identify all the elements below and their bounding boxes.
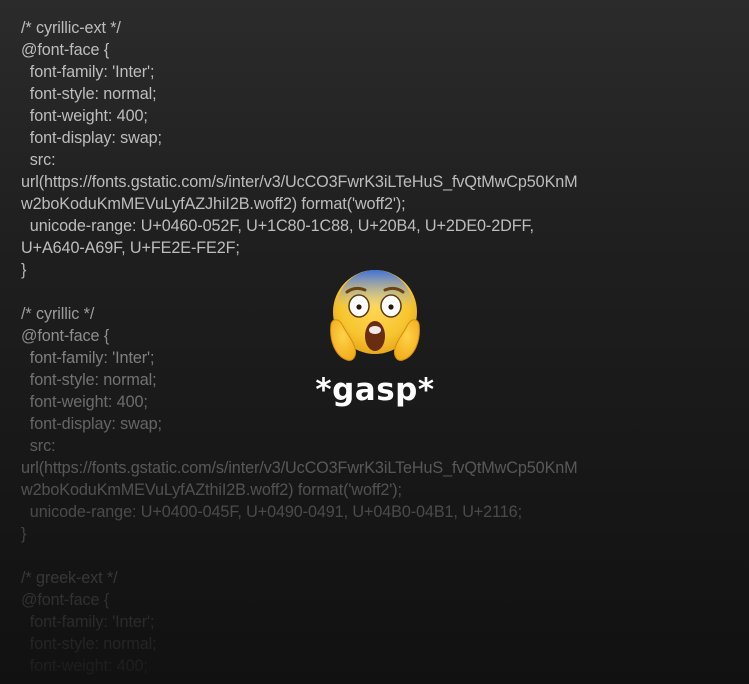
gasp-caption: *gasp* xyxy=(315,372,435,408)
code-line: } xyxy=(21,525,27,543)
code-line: font-family: 'Inter'; xyxy=(21,349,155,367)
code-line: unicode-range: U+0400-045F, U+0490-0491,… xyxy=(21,503,522,521)
face-screaming-in-fear-icon xyxy=(330,270,420,361)
code-line: font-weight: 400; xyxy=(21,393,148,411)
code-line: src: xyxy=(21,151,56,169)
code-line: /* cyrillic-ext */ xyxy=(21,19,121,37)
code-line: font-weight: 400; xyxy=(21,107,148,125)
code-line: font-family: 'Inter'; xyxy=(21,63,155,81)
code-line: /* greek-ext */ xyxy=(21,569,118,587)
code-line: @font-face { xyxy=(21,327,110,345)
code-line: font-display: swap; xyxy=(21,415,162,433)
code-line: @font-face { xyxy=(21,41,110,59)
code-line: font-display: swap; xyxy=(21,129,162,147)
code-line: w2boKoduKmMEVuLyfAZJhiI2B.woff2) format(… xyxy=(21,195,406,213)
code-line: /* cyrillic */ xyxy=(21,305,95,323)
code-line: w2boKoduKmMEVuLyfAZthiI2B.woff2) format(… xyxy=(21,481,402,499)
code-line: font-style: normal; xyxy=(21,371,157,389)
code-line: @font-face { xyxy=(21,591,110,609)
code-line: U+A640-A69F, U+FE2E-FE2F; xyxy=(21,239,240,257)
code-line: } xyxy=(21,261,27,279)
code-line: unicode-range: U+0460-052F, U+1C80-1C88,… xyxy=(21,217,534,235)
code-line: font-family: 'Inter'; xyxy=(21,613,155,631)
code-line: font-style: normal; xyxy=(21,635,157,653)
code-line: url(https://fonts.gstatic.com/s/inter/v3… xyxy=(21,173,578,191)
code-line: font-weight: 400; xyxy=(21,657,148,675)
code-line: font-style: normal; xyxy=(21,85,157,103)
code-line: url(https://fonts.gstatic.com/s/inter/v3… xyxy=(21,459,578,477)
code-line: src: xyxy=(21,437,56,455)
